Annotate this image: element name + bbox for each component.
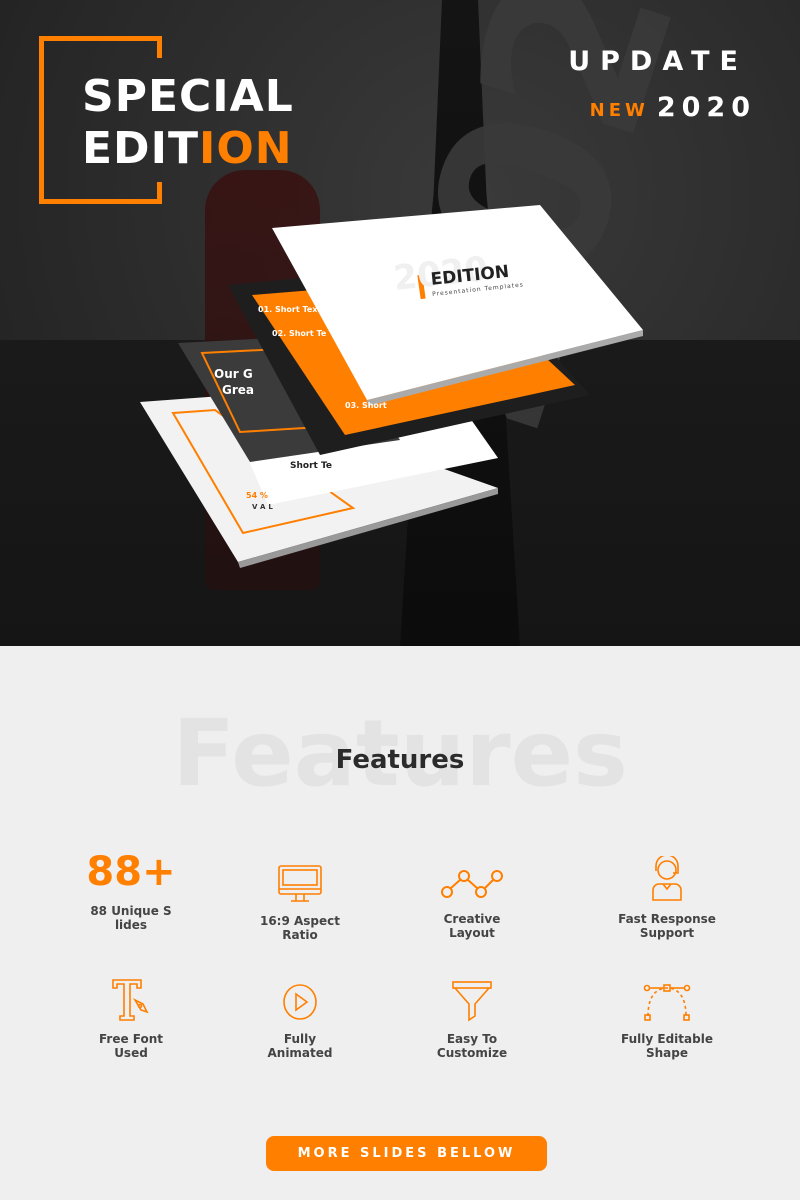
feature-fully-animated: Fully Animated — [215, 976, 385, 1060]
feature-label: Layout — [449, 926, 495, 940]
feature-editable-shape: Fully Editable Shape — [582, 976, 752, 1060]
slide-mockups — [140, 205, 643, 568]
slide-item: 02. Short Te — [272, 329, 327, 338]
slide-dark-title-2: Grea — [222, 383, 255, 397]
slide-percent: 54 % — [246, 491, 268, 500]
feature-label: Fully Editable — [621, 1032, 713, 1046]
feature-aspect-ratio: 16:9 Aspect Ratio — [215, 858, 385, 942]
feature-label: Ratio — [282, 928, 318, 942]
feature-label: lides — [114, 918, 148, 932]
feature-label: 16:9 Aspect — [259, 914, 341, 928]
feature-label: Easy To — [446, 1032, 498, 1046]
feature-label: Customize — [436, 1046, 508, 1060]
line-chart-icon — [441, 870, 503, 898]
bezier-icon — [643, 984, 691, 1021]
play-icon — [283, 984, 317, 1020]
feature-creative-layout: Creative Layout — [387, 856, 557, 940]
slide-short-text: Short Te — [290, 461, 332, 471]
feature-label: Used — [114, 1046, 148, 1060]
feature-label: Fully — [283, 1032, 317, 1046]
slide-dark-title-1: Our G — [214, 367, 253, 381]
font-pen-icon — [112, 979, 149, 1021]
feature-label: Shape — [645, 1046, 688, 1060]
feature-label: Creative — [443, 912, 501, 926]
features-title: Features — [335, 745, 465, 775]
feature-label: Animated — [267, 1046, 333, 1060]
feature-fast-support: Fast Response Support — [582, 856, 752, 940]
monitor-icon — [278, 865, 322, 902]
slide-item: 03. Short — [345, 401, 387, 410]
support-agent-icon — [652, 856, 682, 901]
hero-banner: 2020 SPECIAL EDITION UPDATE NEW2020 2020… — [0, 0, 800, 646]
feature-easy-customize: Easy To Customize — [387, 976, 557, 1060]
count-88-plus: 88+ — [86, 849, 176, 895]
funnel-icon — [452, 981, 492, 1022]
slide-val: VAL — [252, 503, 276, 511]
feature-label: Fast Response — [618, 912, 716, 926]
slide-item: 01. Short Text — [258, 305, 322, 314]
feature-free-font: Free Font Used — [46, 976, 216, 1060]
feature-label: Support — [639, 926, 695, 940]
feature-label: 88 Unique S — [90, 904, 172, 918]
more-slides-button[interactable]: MORE SLIDES BELLOW — [266, 1136, 547, 1171]
feature-unique-slides: 88+ 88 Unique Slides — [46, 848, 216, 932]
feature-label: Free Font — [98, 1032, 164, 1046]
